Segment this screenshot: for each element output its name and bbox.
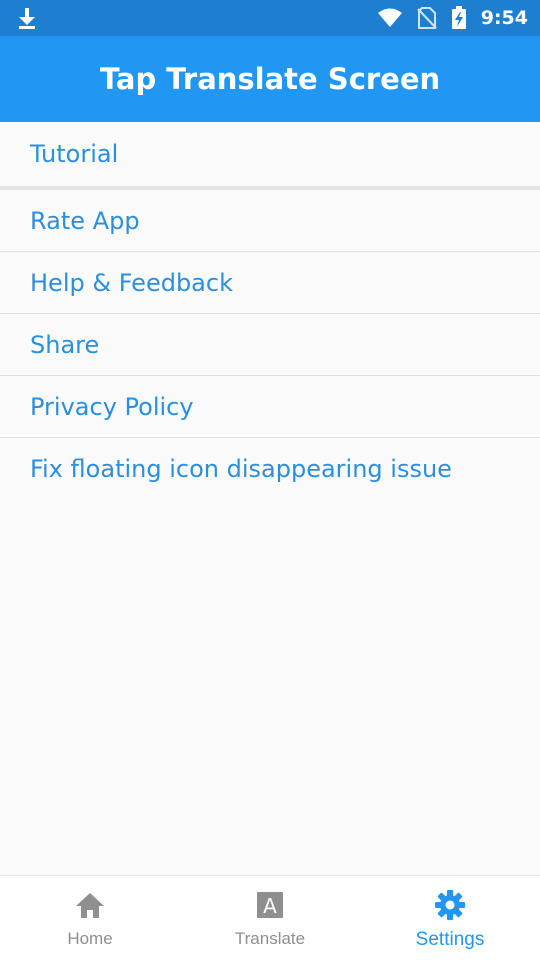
settings-item-share[interactable]: Share	[0, 314, 540, 376]
nav-item-translate[interactable]: A Translate	[180, 876, 360, 960]
wifi-icon	[377, 8, 403, 28]
battery-charging-icon	[451, 6, 467, 30]
settings-item-label: Help & Feedback	[30, 268, 233, 297]
nav-label-home: Home	[67, 929, 113, 948]
nav-item-home[interactable]: Home	[0, 876, 180, 960]
svg-text:A: A	[263, 894, 277, 918]
home-icon	[75, 889, 105, 921]
settings-list: Tutorial Rate App Help & Feedback Share …	[0, 122, 540, 500]
nav-label-translate: Translate	[234, 929, 306, 948]
settings-item-tutorial[interactable]: Tutorial	[0, 122, 540, 190]
no-sim-icon	[417, 7, 437, 29]
page-title: Tap Translate Screen	[99, 62, 441, 96]
settings-item-label: Share	[30, 330, 100, 359]
gear-icon	[434, 889, 466, 921]
bottom-nav: Home A Translate Settings	[0, 875, 540, 960]
translate-icon: A	[256, 889, 284, 921]
download-icon	[16, 6, 38, 30]
screen: 9:54 Tap Translate Screen Tutorial Rate …	[0, 0, 540, 960]
settings-item-help-feedback[interactable]: Help & Feedback	[0, 252, 540, 314]
status-time: 9:54	[480, 7, 528, 29]
settings-item-fix-floating-icon[interactable]: Fix floating icon disappearing issue	[0, 438, 540, 500]
settings-item-rate-app[interactable]: Rate App	[0, 190, 540, 252]
app-bar: Tap Translate Screen	[0, 36, 540, 122]
nav-item-settings[interactable]: Settings	[360, 876, 540, 960]
settings-item-label: Rate App	[30, 206, 140, 235]
settings-item-label: Tutorial	[30, 140, 119, 168]
settings-item-label: Fix floating icon disappearing issue	[30, 455, 452, 483]
settings-item-label: Privacy Policy	[30, 392, 194, 421]
settings-item-privacy-policy[interactable]: Privacy Policy	[0, 376, 540, 438]
nav-label-settings: Settings	[415, 929, 485, 950]
status-bar: 9:54	[0, 0, 540, 36]
